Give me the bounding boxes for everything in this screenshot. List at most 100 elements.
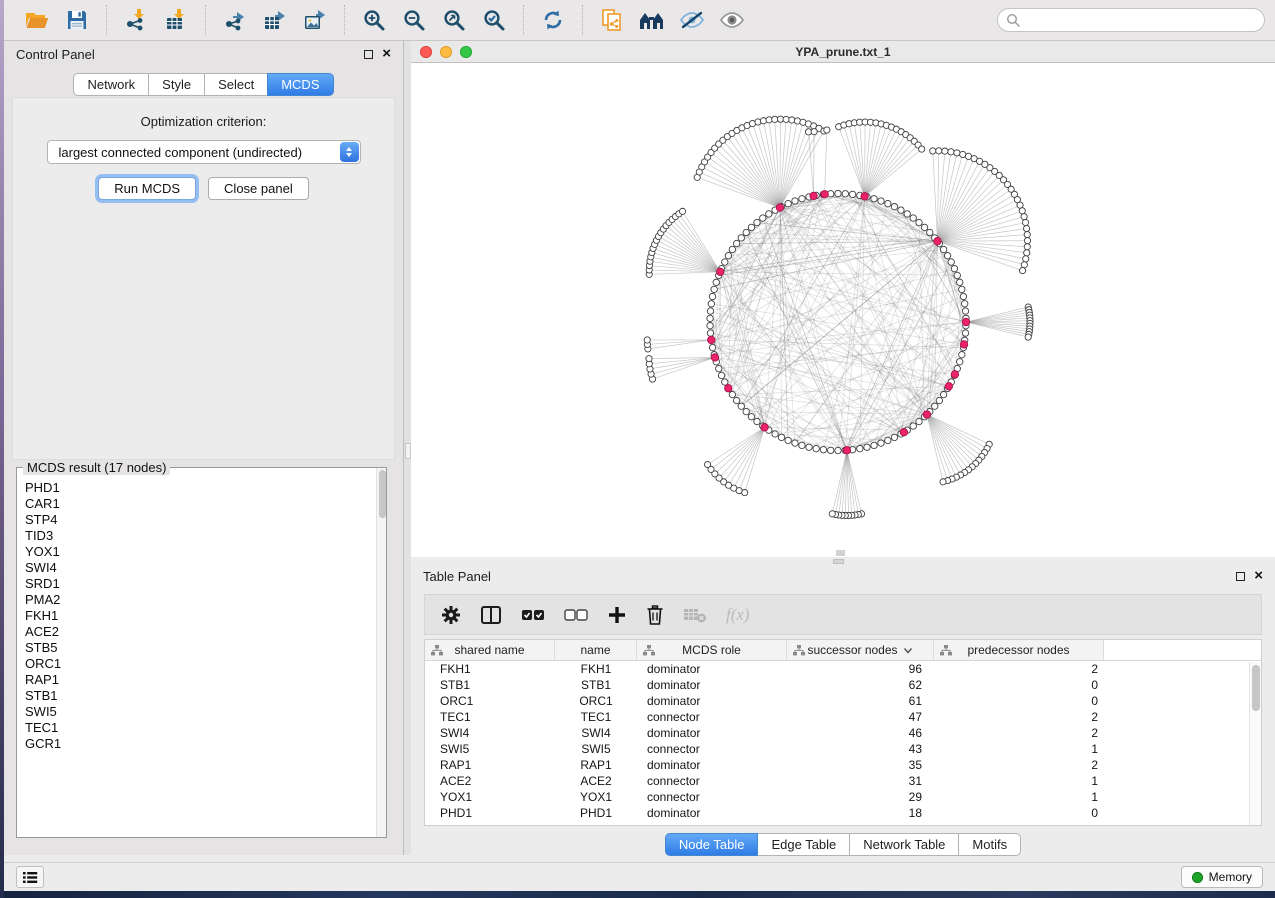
table-row[interactable]: PHD1PHD1dominator180 — [425, 805, 1261, 821]
import-table-button[interactable] — [156, 4, 196, 36]
network-canvas[interactable] — [411, 63, 1275, 557]
search-input[interactable] — [1025, 13, 1256, 27]
horizontal-splitter[interactable] — [411, 557, 1275, 565]
cell[interactable]: 1 — [934, 789, 1104, 805]
cell[interactable]: 96 — [787, 661, 934, 677]
export-image-button[interactable] — [295, 4, 335, 36]
cell[interactable]: ORC1 — [425, 693, 555, 709]
deselect-all-rows-button[interactable] — [564, 601, 588, 629]
mcds-result-item[interactable]: STP4 — [25, 512, 375, 528]
close-panel-button[interactable]: Close panel — [208, 177, 309, 200]
mcds-result-item[interactable]: YOX1 — [25, 544, 375, 560]
mcds-list-scrollbar[interactable] — [376, 468, 386, 837]
mcds-result-item[interactable]: ORC1 — [25, 656, 375, 672]
tab-select[interactable]: Select — [204, 73, 268, 96]
close-panel-icon[interactable]: × — [382, 49, 391, 59]
float-panel-icon[interactable] — [1236, 572, 1245, 581]
cell[interactable]: 2 — [934, 757, 1104, 773]
cell[interactable]: 2 — [934, 709, 1104, 725]
export-table-button[interactable] — [255, 4, 295, 36]
cell[interactable]: STB1 — [555, 677, 637, 693]
cell[interactable]: ORC1 — [555, 693, 637, 709]
mcds-result-item[interactable]: TID3 — [25, 528, 375, 544]
zoom-selected-button[interactable] — [474, 4, 514, 36]
mcds-result-item[interactable]: STB5 — [25, 640, 375, 656]
cell[interactable]: dominator — [637, 661, 787, 677]
cell[interactable]: TEC1 — [555, 709, 637, 725]
tab-style[interactable]: Style — [148, 73, 205, 96]
mcds-result-item[interactable]: PMA2 — [25, 592, 375, 608]
cell[interactable]: connector — [637, 741, 787, 757]
cell[interactable]: 1 — [934, 741, 1104, 757]
select-all-rows-button[interactable] — [521, 601, 545, 629]
table-row[interactable]: RAP1RAP1dominator352 — [425, 757, 1261, 773]
table-scrollbar[interactable] — [1249, 662, 1261, 825]
mcds-result-item[interactable]: SRD1 — [25, 576, 375, 592]
import-network-button[interactable] — [116, 4, 156, 36]
cell[interactable]: 2 — [934, 661, 1104, 677]
cell[interactable]: RAP1 — [555, 757, 637, 773]
first-neighbors-button[interactable] — [632, 4, 672, 36]
table-row[interactable]: YOX1YOX1connector291 — [425, 789, 1261, 805]
column-header-shared-name[interactable]: shared name — [425, 640, 555, 660]
column-header-name[interactable]: name — [555, 640, 637, 660]
mcds-result-item[interactable]: TEC1 — [25, 720, 375, 736]
tab-motifs[interactable]: Motifs — [958, 833, 1021, 856]
canvas-splitter-grip[interactable] — [836, 550, 845, 556]
cell[interactable]: 31 — [787, 773, 934, 789]
table-settings-button[interactable] — [441, 601, 461, 629]
column-header-successor-nodes[interactable]: successor nodes — [787, 640, 934, 660]
show-columns-button[interactable] — [480, 601, 502, 629]
cell[interactable]: dominator — [637, 725, 787, 741]
cell[interactable]: 2 — [934, 725, 1104, 741]
save-session-button[interactable] — [57, 4, 97, 36]
cell[interactable]: 35 — [787, 757, 934, 773]
cell[interactable]: ACE2 — [425, 773, 555, 789]
mcds-result-item[interactable]: PHD1 — [25, 480, 375, 496]
cell[interactable]: FKH1 — [555, 661, 637, 677]
table-row[interactable]: ORC1ORC1dominator610 — [425, 693, 1261, 709]
table-row[interactable]: STB1STB1dominator620 — [425, 677, 1261, 693]
cell[interactable]: dominator — [637, 805, 787, 821]
table-row[interactable]: SWI5SWI5connector431 — [425, 741, 1261, 757]
cell[interactable]: PHD1 — [555, 805, 637, 821]
cell[interactable]: connector — [637, 709, 787, 725]
cell[interactable]: ACE2 — [555, 773, 637, 789]
scrollbar-thumb[interactable] — [1252, 665, 1260, 711]
cell[interactable]: SWI4 — [425, 725, 555, 741]
cell[interactable]: dominator — [637, 757, 787, 773]
refresh-view-button[interactable] — [533, 4, 573, 36]
zoom-fit-button[interactable] — [434, 4, 474, 36]
mcds-result-item[interactable]: SWI4 — [25, 560, 375, 576]
cell[interactable]: PHD1 — [425, 805, 555, 821]
network-graph[interactable] — [411, 63, 1275, 557]
splitter-grip[interactable] — [833, 559, 844, 564]
cell[interactable]: 43 — [787, 741, 934, 757]
cell[interactable]: 62 — [787, 677, 934, 693]
cell[interactable]: connector — [637, 773, 787, 789]
cell[interactable]: 18 — [787, 805, 934, 821]
cell[interactable]: TEC1 — [425, 709, 555, 725]
cell[interactable]: 46 — [787, 725, 934, 741]
cell[interactable]: connector — [637, 789, 787, 805]
tab-mcds[interactable]: MCDS — [267, 73, 333, 96]
cell[interactable]: 1 — [934, 773, 1104, 789]
tab-network[interactable]: Network — [73, 73, 149, 96]
memory-button[interactable]: Memory — [1181, 866, 1263, 888]
cell[interactable]: FKH1 — [425, 661, 555, 677]
mcds-result-item[interactable]: STB1 — [25, 688, 375, 704]
mcds-result-item[interactable]: CAR1 — [25, 496, 375, 512]
zoom-out-button[interactable] — [394, 4, 434, 36]
table-row[interactable]: SWI4SWI4dominator462 — [425, 725, 1261, 741]
cell[interactable]: 29 — [787, 789, 934, 805]
cell[interactable]: 0 — [934, 693, 1104, 709]
export-network-button[interactable] — [215, 4, 255, 36]
vertical-splitter[interactable] — [403, 41, 411, 855]
show-panels-button[interactable] — [16, 866, 44, 888]
cell[interactable]: YOX1 — [425, 789, 555, 805]
table-row[interactable]: TEC1TEC1connector472 — [425, 709, 1261, 725]
mcds-result-item[interactable]: FKH1 — [25, 608, 375, 624]
mcds-result-item[interactable]: ACE2 — [25, 624, 375, 640]
mcds-result-item[interactable]: RAP1 — [25, 672, 375, 688]
mcds-result-item[interactable]: SWI5 — [25, 704, 375, 720]
